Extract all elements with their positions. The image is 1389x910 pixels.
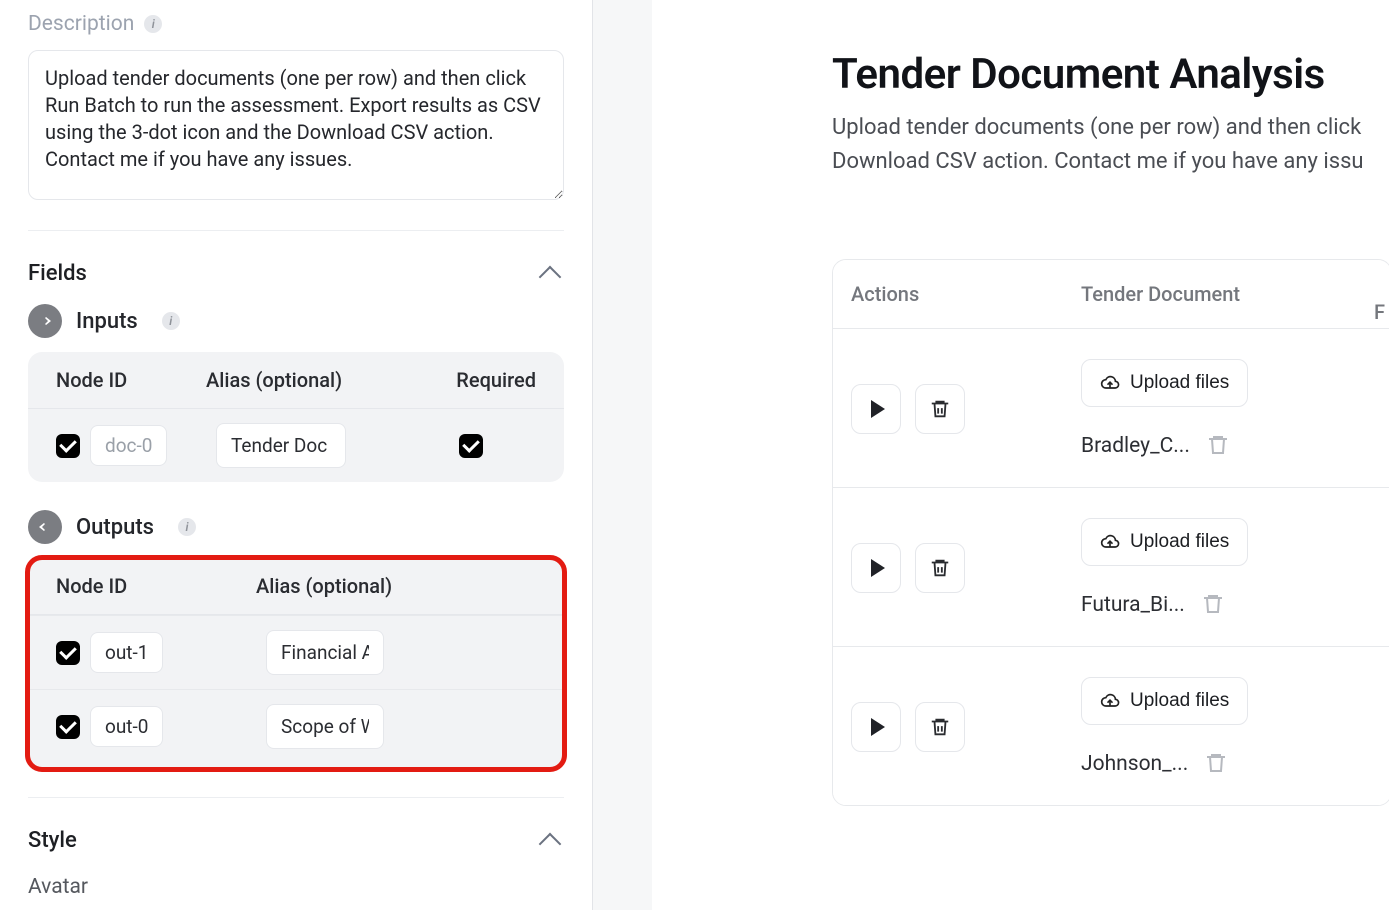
upload-files-button[interactable]: Upload files — [1081, 359, 1248, 407]
page-subtitle: Upload tender documents (one per row) an… — [832, 111, 1389, 179]
inputs-row: doc-0 — [28, 409, 564, 482]
node-id-pill[interactable]: out-0 — [90, 706, 163, 747]
trash-icon — [1201, 592, 1225, 616]
col-required: Required — [416, 368, 536, 392]
cloud-upload-icon — [1100, 691, 1120, 711]
play-icon — [871, 400, 885, 418]
upload-files-button[interactable]: Upload files — [1081, 677, 1248, 725]
play-icon — [871, 718, 885, 736]
alias-input[interactable] — [266, 630, 384, 675]
row-checkbox[interactable] — [56, 641, 80, 665]
cloud-upload-icon — [1100, 373, 1120, 393]
delete-file-button[interactable] — [1204, 751, 1230, 777]
run-button[interactable] — [851, 384, 901, 434]
outputs-table: Node ID Alias (optional) out-1 out-0 — [28, 558, 564, 769]
col-alias: Alias (optional) — [256, 574, 536, 598]
alias-input[interactable] — [266, 704, 384, 749]
inputs-label: Inputs — [76, 309, 138, 334]
style-section-header[interactable]: Style — [28, 824, 564, 853]
file-name: Johnson_... — [1081, 752, 1188, 776]
cloud-upload-icon — [1100, 532, 1120, 552]
config-panel-scroll[interactable]: Description i Fields Inputs i Node ID — [0, 0, 592, 910]
inputs-subheader: Inputs i — [28, 304, 564, 338]
trash-icon — [1206, 433, 1230, 457]
style-label: Style — [28, 828, 77, 853]
divider — [28, 230, 564, 231]
table-row: Upload files Bradley_C... — [833, 329, 1389, 488]
required-checkbox[interactable] — [459, 434, 483, 458]
outputs-table-head: Node ID Alias (optional) — [28, 558, 564, 615]
delete-file-button[interactable] — [1206, 433, 1232, 459]
table-row: Upload files Johnson_... — [833, 647, 1389, 805]
outputs-arrow-icon — [28, 510, 62, 544]
col-node-id: Node ID — [56, 368, 206, 392]
panel-gutter[interactable] — [592, 0, 652, 910]
inputs-arrow-icon — [28, 304, 62, 338]
file-name: Futura_Bi... — [1081, 593, 1185, 617]
col-actions: Actions — [851, 282, 1081, 306]
inputs-table-head: Node ID Alias (optional) Required — [28, 352, 564, 409]
info-icon[interactable]: i — [162, 312, 180, 330]
truncated-column-letter: F — [1374, 300, 1385, 324]
trash-icon — [1204, 751, 1228, 775]
preview-table-head: Actions Tender Document — [833, 260, 1389, 329]
col-tender-document: Tender Document — [1081, 282, 1373, 306]
chevron-up-icon — [539, 832, 562, 855]
info-icon[interactable]: i — [144, 15, 162, 33]
delete-row-button[interactable] — [915, 543, 965, 593]
play-icon — [871, 559, 885, 577]
avatar-label: Avatar — [28, 875, 564, 899]
trash-icon — [929, 557, 951, 579]
outputs-label: Outputs — [76, 515, 154, 540]
info-icon[interactable]: i — [178, 518, 196, 536]
file-name: Bradley_C... — [1081, 434, 1190, 458]
node-id-pill[interactable]: doc-0 — [90, 425, 167, 466]
node-id-pill[interactable]: out-1 — [90, 632, 163, 673]
divider — [28, 797, 564, 798]
row-checkbox[interactable] — [56, 434, 80, 458]
table-row: Upload files Futura_Bi... — [833, 488, 1389, 647]
fields-label: Fields — [28, 261, 87, 286]
upload-files-button[interactable]: Upload files — [1081, 518, 1248, 566]
alias-input[interactable] — [216, 423, 346, 468]
page-title: Tender Document Analysis — [832, 50, 1389, 99]
chevron-up-icon — [539, 265, 562, 288]
delete-row-button[interactable] — [915, 384, 965, 434]
trash-icon — [929, 398, 951, 420]
preview-panel: Tender Document Analysis Upload tender d… — [652, 0, 1389, 910]
description-section-header: Description i — [28, 12, 564, 36]
row-checkbox[interactable] — [56, 715, 80, 739]
run-button[interactable] — [851, 543, 901, 593]
config-panel: Description i Fields Inputs i Node ID — [0, 0, 592, 910]
outputs-row: out-0 — [28, 689, 564, 763]
description-textarea[interactable] — [28, 50, 564, 200]
col-alias: Alias (optional) — [206, 368, 416, 392]
delete-file-button[interactable] — [1201, 592, 1227, 618]
outputs-subheader: Outputs i — [28, 510, 564, 544]
fields-section-header[interactable]: Fields — [28, 257, 564, 304]
inputs-table: Node ID Alias (optional) Required doc-0 — [28, 352, 564, 482]
run-button[interactable] — [851, 702, 901, 752]
description-label: Description — [28, 12, 134, 36]
col-node-id: Node ID — [56, 574, 256, 598]
delete-row-button[interactable] — [915, 702, 965, 752]
trash-icon — [929, 716, 951, 738]
outputs-row: out-1 — [28, 615, 564, 689]
preview-table: Actions Tender Document Upload files — [832, 259, 1389, 806]
